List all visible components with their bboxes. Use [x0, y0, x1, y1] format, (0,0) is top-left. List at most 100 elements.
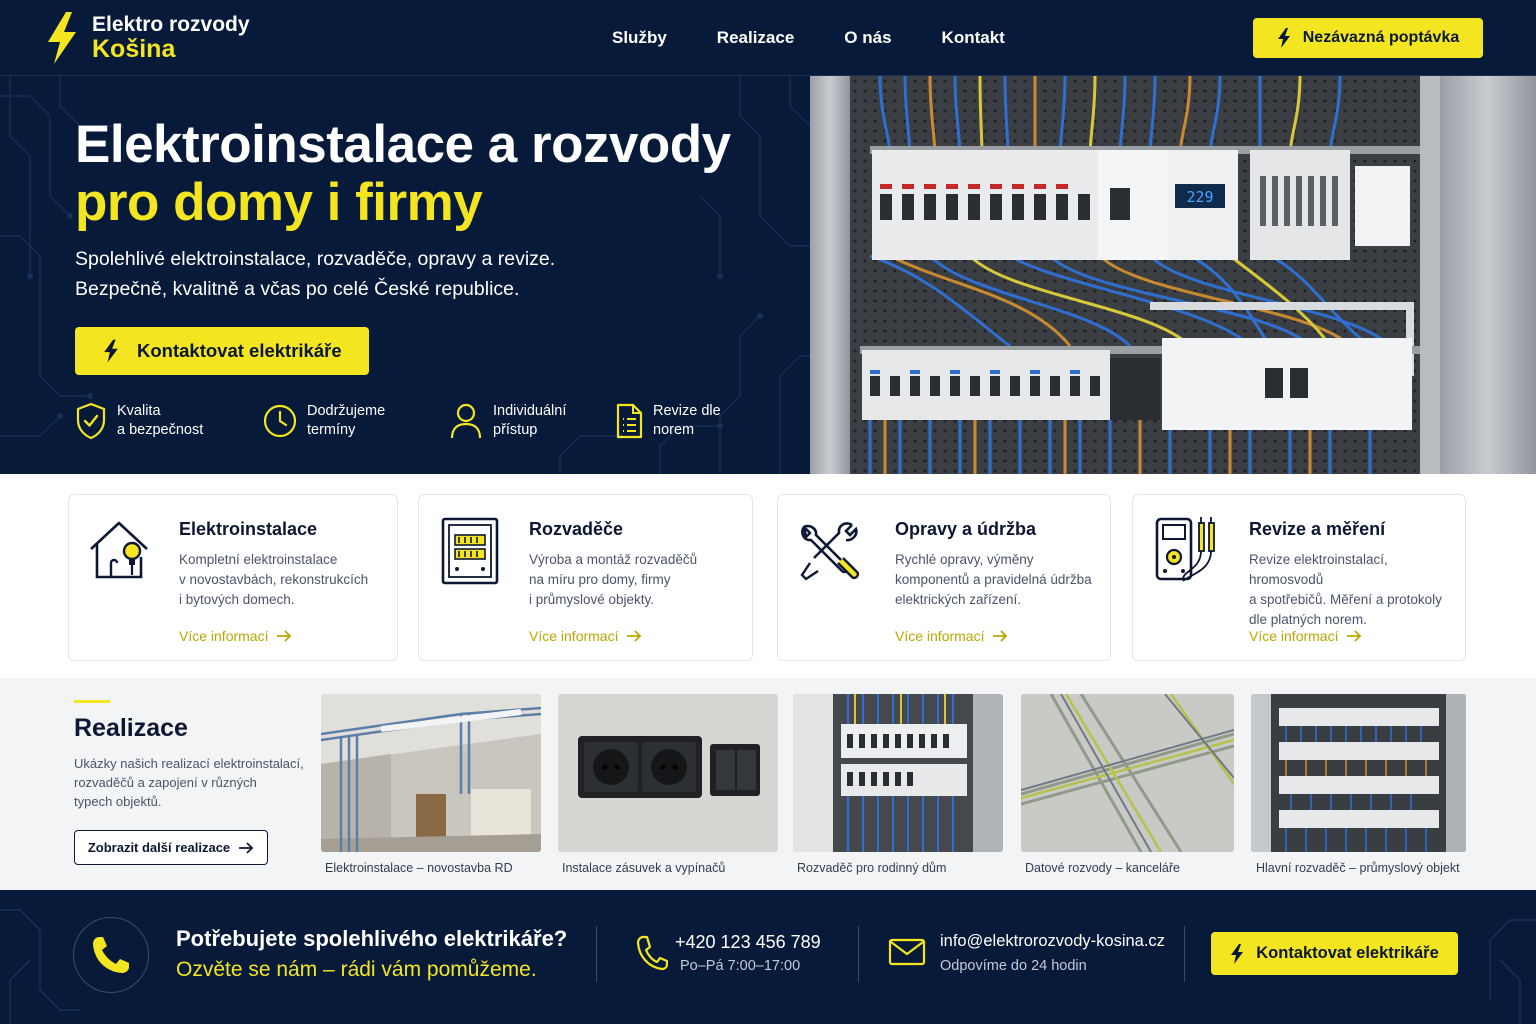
lightning-bolt-icon	[1277, 28, 1290, 48]
divider	[1184, 926, 1185, 982]
nav-item-o-nas[interactable]: O nás	[844, 28, 891, 48]
more-info-link-label: Více informací	[895, 628, 985, 644]
switchboard-illustration: 229	[810, 76, 1536, 474]
switchboard-icon	[441, 517, 499, 585]
service-card-opravy[interactable]: Opravy a údržba Rychlé opravy, výměny ko…	[777, 494, 1111, 661]
project-photo-new-build[interactable]	[321, 694, 541, 852]
arrow-right-icon	[239, 841, 254, 854]
divider	[596, 926, 597, 982]
project-photo-data-cabling[interactable]	[1021, 694, 1234, 852]
more-info-link[interactable]: Více informací	[179, 628, 292, 644]
footer-contact-button[interactable]: Kontaktovat elektrikáře	[1211, 932, 1458, 975]
feature-revisions-line1: Revize dle	[653, 403, 721, 419]
contact-electrician-button[interactable]: Kontaktovat elektrikáře	[75, 327, 369, 375]
service-description-line: i průmyslové objekty.	[529, 592, 655, 607]
project-caption: Hlavní rozvaděč – průmyslový objekt	[1256, 861, 1460, 875]
service-title: Opravy a údržba	[895, 519, 1037, 539]
service-card-elektroinstalace[interactable]: Elektroinstalace Kompletní elektroinstal…	[68, 494, 398, 661]
arrow-right-icon	[627, 630, 642, 642]
project-caption: Elektroinstalace – novostavba RD	[325, 861, 513, 875]
nav-item-kontakt[interactable]: Kontakt	[942, 28, 1005, 48]
arrow-right-icon	[277, 630, 292, 642]
more-projects-button-label: Zobrazit další realizace	[87, 840, 231, 855]
service-description-line: elektrických zařízení.	[895, 592, 1022, 607]
project-photo-house-switchboard[interactable]	[793, 694, 1003, 852]
projects-description-line: rozvaděčů a zapojení v různých	[74, 775, 257, 790]
phone-number-link[interactable]: +420 123 456 789	[675, 932, 821, 953]
service-description-line: dle platných norem.	[1249, 612, 1367, 627]
project-image	[558, 694, 778, 852]
hero-subtitle-line2: Bezpečně, kvalitně a včas po celé České …	[75, 278, 520, 300]
office-hours: Po–Pá 7:00–17:00	[680, 958, 801, 974]
phone-icon	[93, 937, 129, 973]
lightning-bolt-icon	[48, 12, 76, 64]
more-info-link[interactable]: Více informací	[1249, 628, 1362, 644]
feature-individual-line1: Individuální	[493, 403, 567, 419]
project-photo-main-switchboard[interactable]	[1251, 694, 1466, 852]
more-info-link-label: Více informací	[1249, 628, 1339, 644]
hero-title: Elektroinstalace a rozvody pro domy i fi…	[75, 116, 731, 232]
divider	[858, 926, 859, 982]
main-nav: Služby Realizace O nás Kontakt	[612, 28, 1005, 48]
more-projects-button[interactable]: Zobrazit další realizace	[74, 830, 268, 865]
service-card-revize[interactable]: Revize a měření Revize elektroinstalací,…	[1132, 494, 1466, 661]
projects-description: Ukázky našich realizací elektroinstalací…	[74, 754, 304, 811]
lightning-bolt-icon	[1231, 943, 1244, 964]
logo[interactable]: Elektro rozvody Košina	[44, 12, 250, 64]
project-caption: Rozvaděč pro rodinný dům	[797, 861, 947, 875]
footer-heading: Potřebujete spolehlivého elektrikáře?	[176, 926, 568, 951]
feature-revisions-line2: norem	[653, 422, 695, 438]
phone-outline-icon	[636, 935, 668, 971]
project-image	[1021, 694, 1234, 852]
logo-name-line1: Elektro rozvody	[92, 12, 250, 36]
service-description: Revize elektroinstalací, hromosvodů a sp…	[1249, 550, 1465, 630]
hero-subtitle: Spolehlivé elektroinstalace, rozvaděče, …	[75, 244, 555, 304]
arrow-right-icon	[1347, 630, 1362, 642]
more-info-link[interactable]: Více informací	[895, 628, 1008, 644]
feature-deadlines-line1: Dodržujeme	[307, 403, 386, 419]
hero-title-line2: pro domy i firmy	[75, 173, 483, 232]
service-description-line: Výroba a montáž rozvaděčů	[529, 552, 698, 567]
nav-item-realizace[interactable]: Realizace	[717, 28, 795, 48]
project-caption: Datové rozvody – kanceláře	[1025, 861, 1180, 875]
envelope-icon	[888, 938, 926, 966]
shield-check-icon	[76, 402, 106, 440]
more-info-link-label: Více informací	[529, 628, 619, 644]
nav-item-sluzby[interactable]: Služby	[612, 28, 667, 48]
more-info-link[interactable]: Více informací	[529, 628, 642, 644]
project-image	[1251, 694, 1466, 852]
project-photo-sockets[interactable]	[558, 694, 778, 852]
service-description: Výroba a montáž rozvaděčů na míru pro do…	[529, 550, 697, 610]
footer-subheading: Ozvěte se nám – rádi vám pomůžeme.	[176, 958, 537, 981]
feature-deadlines: Dodržujeme termíny	[263, 402, 385, 440]
projects-section: Realizace Ukázky našich realizací elektr…	[0, 678, 1536, 890]
email-link[interactable]: info@elektrorozvody-kosina.cz	[940, 932, 1165, 951]
inquiry-button-label: Nezávazná poptávka	[1302, 29, 1460, 46]
feature-quality: Kvalita a bezpečnost	[75, 402, 203, 440]
logo-name-line2: Košina	[92, 34, 176, 63]
house-bulb-icon	[90, 521, 148, 579]
service-description-line: v novostavbách, rekonstrukcích	[179, 572, 369, 587]
service-description: Rychlé opravy, výměny komponentů a pravi…	[895, 550, 1092, 610]
section-accent-line	[74, 700, 110, 703]
projects-description-line: Ukázky našich realizací elektroinstalací…	[74, 756, 304, 771]
meter-display-value: 229	[1186, 188, 1213, 206]
service-description-line: a spotřebičů. Měření a protokoly	[1249, 592, 1442, 607]
footer-cta-section: Potřebujete spolehlivého elektrikáře? Oz…	[0, 890, 1536, 1024]
service-description-line: na míru pro domy, firmy	[529, 572, 671, 587]
site-header: Elektro rozvody Košina Služby Realizace …	[0, 0, 1536, 76]
feature-individual: Individuální přístup	[449, 402, 566, 440]
feature-quality-line2: a bezpečnost	[117, 422, 204, 438]
inquiry-button[interactable]: Nezávazná poptávka	[1253, 18, 1483, 58]
project-image	[321, 694, 541, 852]
clock-icon	[263, 404, 297, 438]
phone-badge	[73, 917, 149, 993]
arrow-right-icon	[993, 630, 1008, 642]
feature-deadlines-line2: termíny	[307, 422, 356, 438]
footer-contact-button-label: Kontaktovat elektrikáře	[1256, 944, 1439, 962]
service-description-line: Rychlé opravy, výměny	[895, 552, 1034, 567]
feature-individual-line2: přístup	[493, 422, 538, 438]
service-card-rozvadece[interactable]: Rozvaděče Výroba a montáž rozvaděčů na m…	[418, 494, 753, 661]
project-caption: Instalace zásuvek a vypínačů	[562, 861, 726, 875]
contact-electrician-button-label: Kontaktovat elektrikáře	[137, 340, 342, 361]
